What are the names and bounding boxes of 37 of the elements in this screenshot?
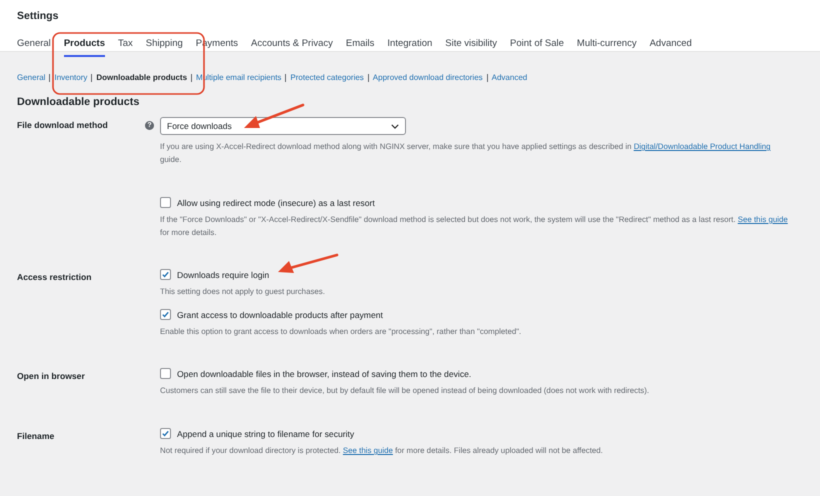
setting-label: Access restriction <box>17 272 92 282</box>
checkbox[interactable] <box>160 309 171 320</box>
settings-tab[interactable]: Multi-currency <box>576 38 637 57</box>
checkbox[interactable] <box>160 368 171 379</box>
checkbox-label: Grant access to downloadable products after payment <box>177 310 383 320</box>
subsection-link[interactable]: Approved download directories <box>372 73 483 82</box>
download-method-select[interactable]: Force downloads <box>160 117 406 135</box>
chevron-down-icon <box>391 124 399 128</box>
settings-tab[interactable]: Products <box>64 38 105 57</box>
setting-label: Filename <box>17 431 54 441</box>
checkbox[interactable] <box>160 197 171 208</box>
checkbox[interactable] <box>160 428 171 439</box>
settings-tab[interactable]: Point of Sale <box>510 38 564 57</box>
subsection-link[interactable]: General <box>17 73 46 82</box>
setting-label: Open in browser <box>17 371 85 381</box>
checkbox-label: Downloads require login <box>177 270 270 280</box>
settings-tab[interactable]: Shipping <box>146 38 183 57</box>
page-title: Settings <box>17 10 60 24</box>
settings-tab[interactable]: General <box>17 38 51 57</box>
section-heading: Downloadable products <box>17 96 140 108</box>
subsection-link[interactable]: Advanced <box>492 73 528 82</box>
checkbox-label: Append a unique string to filename for security <box>177 428 354 438</box>
settings-tab[interactable]: Advanced <box>650 38 692 57</box>
settings-tab[interactable]: Integration <box>387 38 432 57</box>
checkbox-label: Open downloadable files in the browser, instead of saving them to the device. <box>177 368 472 378</box>
setting-label: File download method <box>17 120 108 130</box>
settings-tab[interactable]: Site visibility <box>445 38 498 57</box>
subsection-link[interactable]: Downloadable products <box>96 73 188 82</box>
settings-tab[interactable]: Accounts & Privacy <box>251 38 333 57</box>
subsection-link[interactable]: Protected categories <box>290 73 364 82</box>
settings-tab[interactable]: Emails <box>346 38 374 57</box>
subsection-link[interactable]: Inventory <box>54 73 88 82</box>
settings-tab[interactable]: Tax <box>118 38 133 57</box>
checkbox[interactable] <box>160 269 171 280</box>
annotation-arrow <box>278 254 338 273</box>
annotation-arrow <box>244 104 304 128</box>
checkbox-label: Allow using redirect mode (insecure) as a last resort <box>177 198 375 208</box>
